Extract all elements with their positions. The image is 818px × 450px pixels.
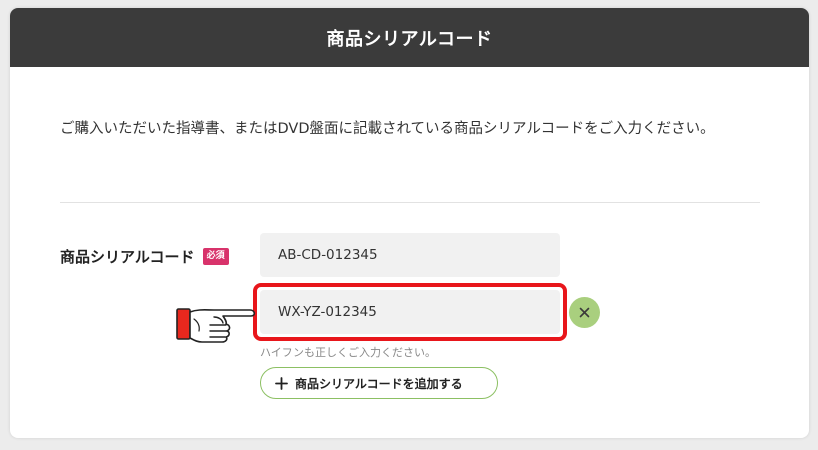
required-badge: 必須 <box>202 248 229 265</box>
instruction-text: ご購入いただいた指導書、またはDVD盤面に記載されている商品シリアルコードをご入… <box>60 121 715 137</box>
add-serial-code-button[interactable]: 商品シリアルコードを追加する <box>260 367 498 399</box>
serial-field-label: 商品シリアルコード 必須 <box>60 246 229 267</box>
plus-icon <box>275 376 288 390</box>
hint-text: ハイフンも正しくご入力ください。 <box>260 346 436 359</box>
field-label-text: 商品シリアルコード <box>60 248 195 266</box>
divider <box>60 202 760 203</box>
serial-code-card: 商品シリアルコード ご購入いただいた指導書、またはDVD盤面に記載されている商品… <box>10 8 809 438</box>
serial-code-input-2[interactable] <box>260 290 560 334</box>
close-icon <box>579 307 590 318</box>
page-title: 商品シリアルコード <box>326 28 493 50</box>
pointing-hand-icon <box>176 308 256 343</box>
serial-code-input-1[interactable] <box>260 233 560 277</box>
card-header: 商品シリアルコード <box>10 8 809 67</box>
add-button-label: 商品シリアルコードを追加する <box>295 376 463 391</box>
clear-serial-button[interactable] <box>569 297 600 328</box>
